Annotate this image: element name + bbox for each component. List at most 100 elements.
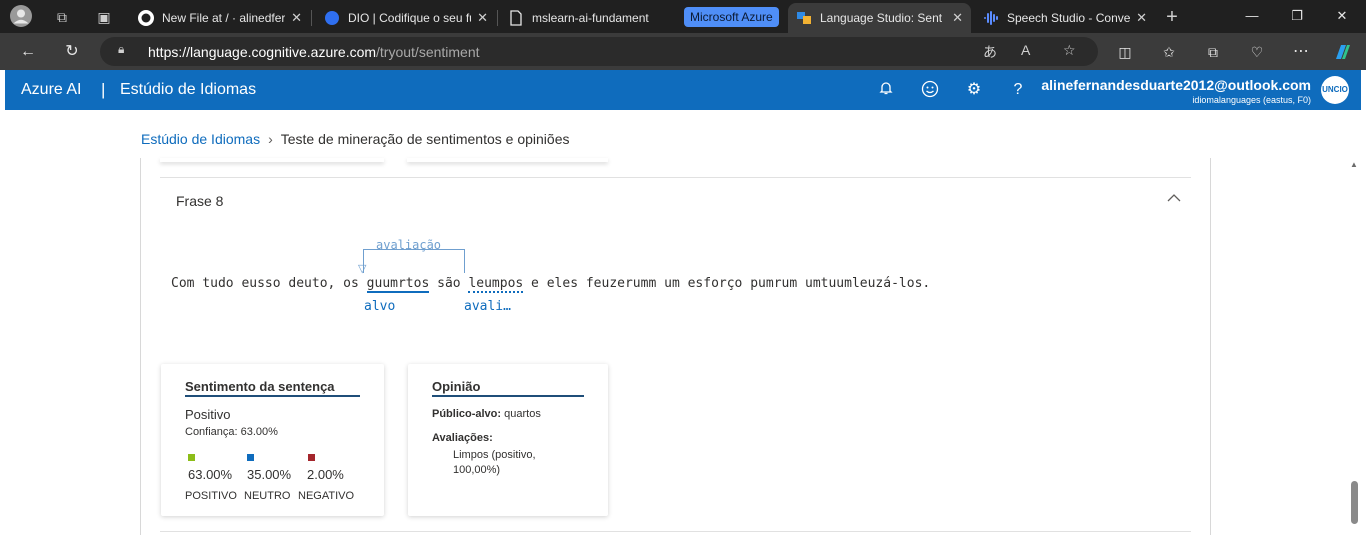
document-icon — [508, 10, 524, 26]
target-word[interactable]: guumrtos — [366, 276, 430, 293]
address-bar[interactable]: 🔒︎ https://language.cognitive.azure.com/… — [100, 37, 1098, 66]
sentence-sentiment-card: Sentimento da sentença Positivo Confianç… — [161, 364, 384, 516]
workspaces-icon[interactable]: ⧉ — [51, 6, 73, 28]
url-text[interactable]: https://language.cognitive.azure.com/try… — [148, 44, 480, 60]
new-tab-icon[interactable]: + — [1161, 6, 1183, 28]
browser-tab-bar: ⧉ ▣ New File at / · alinedfer ✕ DIO | Co… — [0, 0, 1366, 33]
sentence-text-before: Com tudo eusso deuto, os — [171, 276, 367, 291]
score-percent: 2.00% — [307, 467, 344, 482]
sentence-title: Frase 8 — [176, 193, 224, 209]
refresh-icon[interactable]: ↻ — [61, 41, 83, 63]
card-title: Sentimento da sentença — [185, 379, 335, 394]
divider — [160, 531, 1191, 532]
favorites-icon[interactable]: ✩ — [1158, 41, 1180, 63]
help-icon[interactable]: ? — [1008, 80, 1028, 100]
user-email: alinefernandesduarte2012@outlook.com — [1041, 77, 1311, 93]
restore-icon[interactable]: ❐ — [1287, 6, 1307, 26]
url-host: https://language.cognitive.azure.com — [148, 44, 377, 60]
dio-icon — [324, 10, 340, 26]
assessments-label: Avaliações: — [432, 432, 493, 444]
previous-card-edge — [407, 158, 608, 162]
feedback-smile-icon[interactable] — [920, 80, 940, 100]
tab-title: DIO | Codifique o seu fu — [348, 11, 472, 25]
card-title-underline — [185, 395, 360, 397]
relation-connector — [363, 249, 465, 273]
lock-icon[interactable]: 🔒︎ — [118, 42, 124, 57]
tab-divider — [311, 10, 312, 26]
window-close-icon[interactable]: ✕ — [1332, 6, 1352, 26]
close-icon[interactable]: ✕ — [291, 10, 302, 26]
profile-icon[interactable] — [10, 5, 32, 27]
target-value: quartos — [504, 408, 541, 420]
tab-speech-studio[interactable]: Speech Studio - Conve ✕ — [975, 3, 1155, 33]
brand-label[interactable]: Azure AI — [21, 81, 81, 99]
favorite-star-icon[interactable]: ☆ — [1063, 42, 1076, 59]
target-label: Público-alvo: — [432, 408, 502, 420]
github-icon — [138, 10, 154, 26]
browser-nav-bar: ← ↻ 🔒︎ https://language.cognitive.azure.… — [0, 33, 1366, 70]
positive-swatch — [188, 454, 195, 461]
breadcrumb: Estúdio de Idiomas › Teste de mineração de… — [141, 131, 569, 147]
tab-title: Speech Studio - Conve — [1007, 11, 1131, 25]
scrollbar-thumb[interactable] — [1351, 481, 1358, 524]
card-title: Opinião — [432, 379, 481, 394]
read-aloud-icon[interactable]: A — [1021, 42, 1030, 58]
url-path: /tryout/sentiment — [376, 44, 480, 60]
score-negative: 2.00% NEGATIVO — [298, 454, 368, 502]
tab-divider — [497, 10, 498, 26]
tab-language-studio[interactable]: Language Studio: Sent ✕ — [788, 3, 971, 33]
settings-gear-icon[interactable]: ⚙ — [964, 80, 984, 100]
breadcrumb-link-home[interactable]: Estúdio de Idiomas — [141, 131, 260, 147]
more-options-icon[interactable]: ⋯ — [1290, 41, 1312, 63]
browser-essentials-icon[interactable]: ♡ — [1246, 41, 1268, 63]
collections-icon[interactable]: ⧉ — [1202, 41, 1224, 63]
score-label: NEGATIVO — [298, 490, 355, 502]
tab-title: Language Studio: Sent — [820, 11, 943, 25]
header-separator: | — [101, 80, 106, 99]
minimize-icon[interactable]: — — [1242, 6, 1262, 26]
breadcrumb-current: Teste de mineração de sentimentos e opin… — [280, 131, 570, 147]
tab-github[interactable]: New File at / · alinedfer ✕ — [130, 3, 310, 33]
back-icon[interactable]: ← — [17, 41, 39, 63]
opinion-card: Opinião Público-alvo: quartos Avaliações… — [408, 364, 608, 516]
user-account[interactable]: alinefernandesduarte2012@outlook.com idi… — [1041, 77, 1311, 105]
avatar[interactable]: UNCIO — [1321, 76, 1349, 104]
close-icon[interactable]: ✕ — [477, 10, 488, 26]
notifications-bell-icon[interactable] — [876, 80, 896, 100]
target-tag: alvo — [364, 299, 396, 314]
studio-title[interactable]: Estúdio de Idiomas — [120, 81, 256, 99]
language-studio-icon — [796, 10, 812, 26]
tab-mslearn[interactable]: mslearn-ai-fundament — [500, 3, 680, 33]
tab-title: New File at / · alinedfer — [162, 11, 286, 25]
chevron-up-icon[interactable] — [1166, 190, 1182, 206]
tab-title: mslearn-ai-fundament — [532, 11, 649, 25]
previous-card-edge — [160, 158, 384, 162]
speech-studio-icon — [983, 10, 999, 26]
sentence-text-middle: são — [429, 276, 469, 291]
resource-label: idiomalanguages (eastus, F0) — [1192, 95, 1311, 105]
app-header: Azure AI | Estúdio de Idiomas ⚙ ? alinef… — [5, 70, 1361, 110]
close-icon[interactable]: ✕ — [1136, 10, 1147, 26]
divider — [160, 177, 1191, 178]
tab-actions-icon[interactable]: ▣ — [93, 6, 115, 28]
negative-swatch — [308, 454, 315, 461]
assessment-word[interactable]: leumpos — [468, 276, 524, 293]
neutral-swatch — [247, 454, 254, 461]
assessment-tag: avali… — [464, 299, 511, 314]
sentence-text-after: e eles feuzerumm um esforço pumrum umtuu… — [523, 276, 931, 291]
chevron-right-icon: › — [268, 131, 273, 147]
card-title-underline — [432, 395, 584, 397]
sentence-text: Com tudo eusso deuto, os guumrtos são le… — [171, 276, 931, 293]
tab-dio[interactable]: DIO | Codifique o seu fu ✕ — [316, 3, 496, 33]
tab-group-label[interactable]: Microsoft Azure — [684, 7, 779, 27]
close-icon[interactable]: ✕ — [952, 10, 963, 26]
sentiment-value: Positivo — [185, 407, 231, 422]
arrow-down-icon: ▽ — [358, 263, 367, 275]
split-screen-icon[interactable]: ◫ — [1114, 41, 1136, 63]
scroll-up-icon[interactable]: ▲ — [1350, 160, 1358, 169]
confidence-value: Confiança: 63.00% — [185, 426, 278, 438]
assessment-value: Limpos (positivo, 100,00%) — [453, 449, 536, 476]
copilot-icon[interactable] — [1331, 41, 1353, 63]
opinion-target: Público-alvo: quartos — [432, 408, 541, 420]
translate-icon[interactable]: あ — [983, 42, 997, 62]
